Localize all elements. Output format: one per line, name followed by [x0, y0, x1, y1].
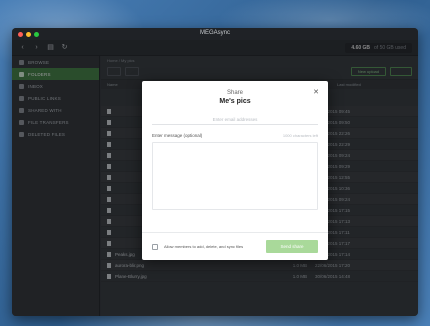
share-dialog: ✕ Share Me's pics Enter email addresses …	[142, 81, 328, 260]
message-label: Enter message (optional)	[152, 133, 203, 138]
close-icon[interactable]: ✕	[313, 88, 319, 96]
dialog-folder-name: Me's pics	[219, 98, 251, 105]
message-textarea[interactable]	[152, 142, 318, 210]
window-title: MEGAsync	[199, 30, 230, 36]
dialog-title: Share	[226, 90, 243, 96]
title-bar: MEGAsync	[12, 28, 418, 40]
allow-edit-checkbox[interactable]	[152, 243, 158, 250]
send-share-button[interactable]: Send share	[266, 240, 318, 253]
message-char-count: 1000 characters left	[282, 133, 318, 138]
message-row: Enter message (optional) 1000 characters…	[152, 131, 318, 140]
email-input[interactable]: Enter email addresses	[152, 115, 318, 125]
allow-edit-label: Allow members to add, delete, and sync f…	[164, 244, 244, 249]
dialog-footer: Allow members to add, delete, and sync f…	[142, 232, 328, 260]
